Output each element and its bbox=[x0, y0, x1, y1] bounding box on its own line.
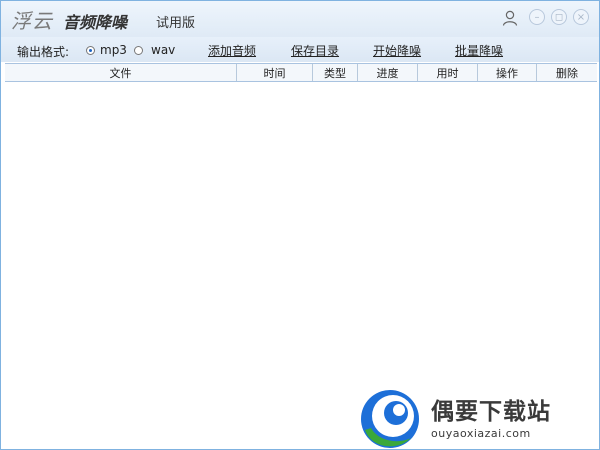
table-header: 文件 时间 类型 进度 用时 操作 删除 bbox=[5, 63, 597, 82]
column-header-duration[interactable]: 用时 bbox=[418, 64, 478, 81]
restore-icon[interactable]: ◻ bbox=[551, 9, 567, 25]
start-denoise-button[interactable]: 开始降噪 bbox=[373, 42, 421, 59]
watermark: 偶要下载站 ouyaoxiazai.com bbox=[357, 386, 599, 449]
minimize-icon[interactable]: – bbox=[529, 9, 545, 25]
watermark-logo-icon bbox=[361, 390, 419, 448]
window-controls: – ◻ × bbox=[501, 9, 589, 27]
user-icon[interactable] bbox=[501, 9, 519, 27]
edition-label: 试用版 bbox=[156, 16, 196, 31]
column-header-type[interactable]: 类型 bbox=[313, 64, 358, 81]
title-bar[interactable]: 浮云 音频降噪 试用版 – ◻ × bbox=[1, 1, 599, 37]
product-name: 音频降噪 bbox=[63, 13, 128, 32]
column-header-delete[interactable]: 删除 bbox=[537, 64, 597, 81]
column-header-action[interactable]: 操作 bbox=[478, 64, 537, 81]
watermark-title: 偶要下载站 bbox=[431, 399, 551, 425]
format-label: 输出格式: bbox=[17, 45, 70, 59]
app-window: 浮云 音频降噪 试用版 – ◻ × 输出格式: mp3 wav 添加音频 保存目… bbox=[0, 0, 600, 450]
add-audio-button[interactable]: 添加音频 bbox=[208, 42, 256, 59]
wav-radio[interactable] bbox=[134, 46, 143, 55]
mp3-label[interactable]: mp3 bbox=[100, 43, 127, 57]
column-header-file[interactable]: 文件 bbox=[5, 64, 237, 81]
watermark-url: ouyaoxiazai.com bbox=[431, 427, 531, 440]
column-header-time[interactable]: 时间 bbox=[237, 64, 313, 81]
mp3-radio[interactable] bbox=[86, 46, 95, 55]
batch-denoise-button[interactable]: 批量降噪 bbox=[455, 42, 503, 59]
toolbar: 输出格式: mp3 wav 添加音频 保存目录 开始降噪 批量降噪 bbox=[1, 37, 599, 62]
column-header-progress[interactable]: 进度 bbox=[358, 64, 418, 81]
wav-label[interactable]: wav bbox=[151, 43, 175, 57]
brand-name: 浮云 bbox=[11, 9, 53, 33]
save-dir-button[interactable]: 保存目录 bbox=[291, 42, 339, 59]
close-icon[interactable]: × bbox=[573, 9, 589, 25]
